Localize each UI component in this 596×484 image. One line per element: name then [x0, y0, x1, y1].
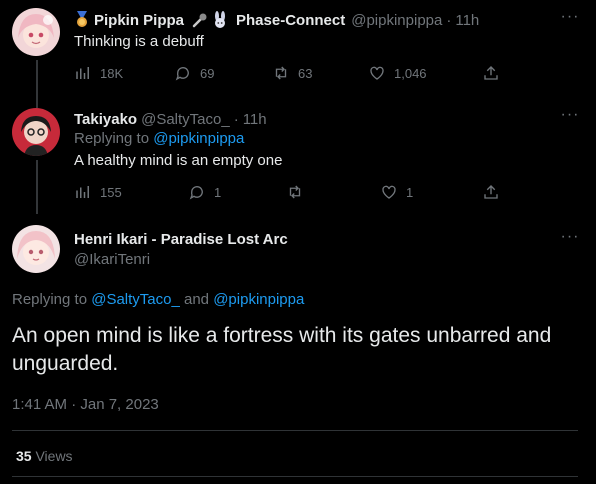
more-options-icon[interactable]: ··· — [560, 9, 580, 32]
more-options-icon[interactable]: ··· — [560, 107, 580, 130]
author-name[interactable]: Takiyako — [74, 111, 137, 128]
reply-count: 1 — [214, 184, 222, 200]
views-row: 35 Views — [16, 448, 73, 464]
avatar[interactable] — [12, 8, 60, 56]
bunny-icon — [212, 11, 228, 29]
dot-separator: · — [233, 110, 239, 128]
views-label: Views — [35, 448, 73, 464]
avatar[interactable] — [12, 108, 60, 156]
medal-icon — [74, 11, 90, 29]
mention-link[interactable]: @SaltyTaco_ — [91, 291, 180, 308]
main-tweet-text: An open mind is like a fortress with its… — [12, 324, 552, 375]
analytics-icon — [76, 67, 89, 79]
retweet-button[interactable] — [286, 183, 312, 201]
replying-to: Replying to @pipkinpippa — [74, 130, 244, 147]
author-handle[interactable]: @SaltyTaco_ — [141, 111, 230, 128]
divider — [12, 476, 578, 477]
share-icon — [484, 66, 498, 80]
like-button[interactable]: 1,046 — [368, 64, 427, 82]
views-count: 18K — [100, 65, 124, 81]
reply-button[interactable]: 69 — [174, 64, 214, 82]
author-name[interactable]: Pipkin Pippa — [94, 12, 184, 29]
divider — [12, 430, 578, 431]
tweet-header: Takiyako @SaltyTaco_ · 11h — [74, 109, 267, 129]
author-affiliation[interactable]: Phase-Connect — [236, 12, 345, 29]
thread-connector — [36, 160, 38, 214]
avatar[interactable] — [12, 225, 60, 273]
mention-link[interactable]: @pipkinpippa — [213, 291, 304, 308]
dot-separator: · — [446, 11, 452, 29]
tweet-time[interactable]: 11h — [243, 111, 267, 128]
views-count: 35 — [16, 448, 32, 464]
replying-to: Replying to @SaltyTaco_ and @pipkinpippa — [12, 291, 304, 308]
like-count: 1,046 — [394, 65, 427, 81]
share-icon — [484, 185, 498, 199]
reply-icon — [175, 67, 189, 81]
reply-button[interactable]: 1 — [188, 183, 221, 201]
share-button[interactable] — [482, 183, 500, 201]
author-handle[interactable]: @IkariTenri — [74, 251, 150, 268]
views-count: 155 — [100, 184, 122, 200]
thread-connector — [36, 60, 38, 108]
like-count: 1 — [406, 184, 414, 200]
reply-icon — [189, 186, 203, 200]
replying-and: and — [179, 291, 214, 308]
author-handle[interactable]: @pipkinpippa — [351, 12, 442, 29]
tweet-time[interactable]: 11h — [455, 12, 479, 29]
retweet-count: 63 — [298, 65, 313, 81]
replying-prefix: Replying to — [12, 291, 92, 308]
views-button[interactable]: 18K — [74, 64, 123, 82]
heart-icon — [370, 66, 384, 80]
share-button[interactable] — [482, 64, 500, 82]
retweet-icon — [275, 66, 287, 80]
microphone-icon — [192, 12, 208, 28]
tweet-timestamp[interactable]: 1:41 AM · Jan 7, 2023 — [12, 396, 159, 413]
retweet-button[interactable]: 63 — [272, 64, 312, 82]
tweet-header: Pipkin Pippa Phase-Connect @pipkinpippa … — [74, 10, 479, 30]
tweet-text: Thinking is a debuff — [74, 33, 204, 50]
replying-prefix: Replying to — [74, 130, 154, 147]
mention-link[interactable]: @pipkinpippa — [153, 130, 244, 147]
tweet-text: A healthy mind is an empty one — [74, 152, 283, 169]
tweet-actions: 18K 69 63 1,046 — [74, 64, 584, 84]
tweet-actions: 155 1 1 — [74, 183, 584, 203]
author-name[interactable]: Henri Ikari - Paradise Lost Arc — [74, 231, 288, 248]
more-options-icon[interactable]: ··· — [560, 229, 580, 252]
reply-count: 69 — [200, 65, 215, 81]
retweet-icon — [289, 185, 301, 199]
heart-icon — [382, 185, 396, 199]
like-button[interactable]: 1 — [380, 183, 413, 201]
analytics-icon — [76, 186, 89, 198]
views-button[interactable]: 155 — [74, 183, 122, 201]
